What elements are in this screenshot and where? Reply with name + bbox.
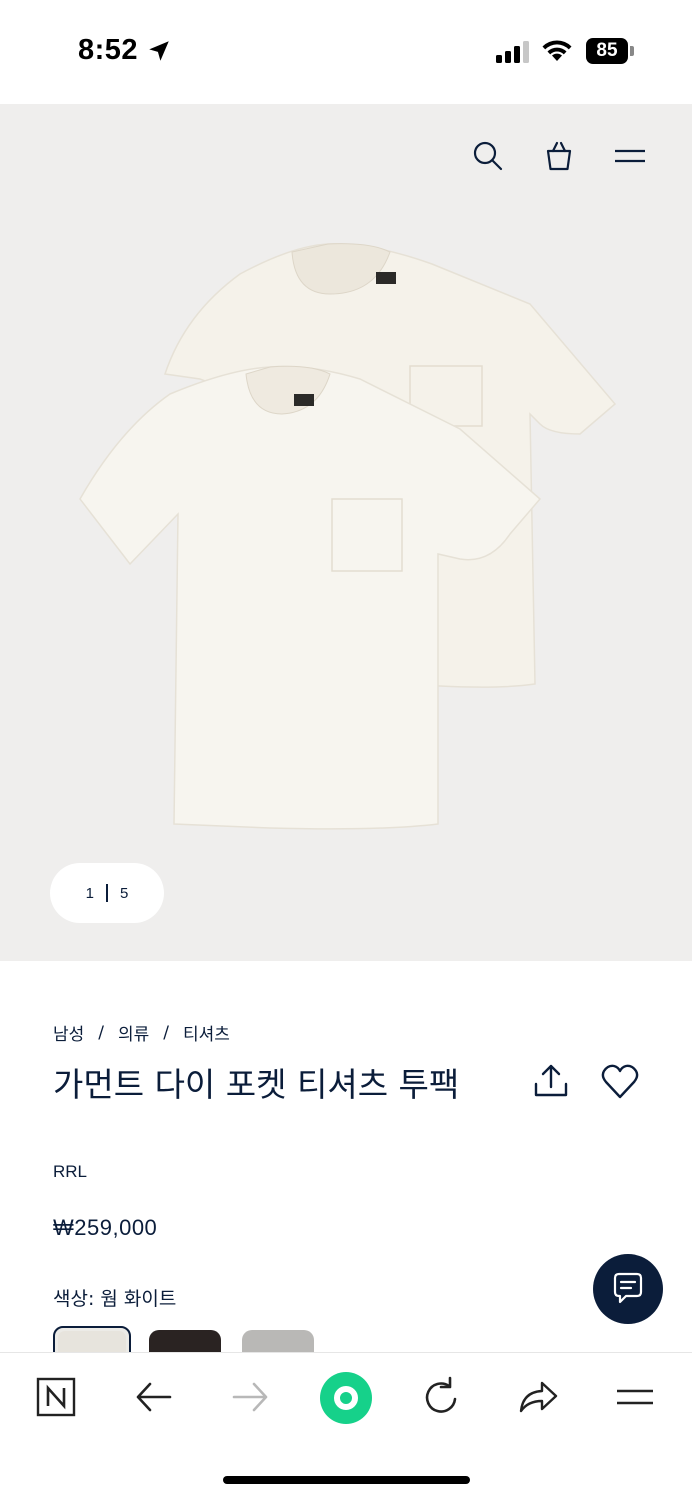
image-counter-separator: [106, 884, 108, 902]
wifi-icon: [542, 40, 572, 61]
home-indicator: [223, 1476, 470, 1484]
wishlist-heart-icon[interactable]: [600, 1062, 640, 1102]
naver-n-icon[interactable]: [34, 1375, 78, 1419]
browser-toolbar: [0, 1352, 692, 1500]
product-photo-tshirts: [79, 243, 617, 830]
breadcrumb-separator: /: [163, 1022, 170, 1043]
product-price: ₩259,000: [53, 1215, 158, 1240]
product-title: 가먼트 다이 포켓 티셔츠 투팩: [53, 1065, 460, 1104]
breadcrumb-item-clothing[interactable]: 의류: [118, 1020, 149, 1045]
chat-button[interactable]: [593, 1254, 663, 1324]
image-counter-total: 5: [120, 884, 129, 902]
image-counter: 1 5: [50, 863, 164, 923]
product-brand: RRL: [53, 1162, 88, 1181]
toolbar-menu-icon[interactable]: [613, 1375, 657, 1419]
back-arrow-icon[interactable]: [132, 1375, 176, 1419]
battery-tip: [630, 46, 634, 56]
cellular-signal-icon: [496, 41, 529, 63]
image-counter-current: 1: [85, 884, 94, 902]
product-image-carousel[interactable]: 1 5: [0, 104, 692, 961]
status-bar: 8:52 85: [0, 0, 692, 104]
location-arrow-icon: [149, 41, 169, 61]
share-icon[interactable]: [532, 1062, 570, 1100]
battery-indicator: 85: [586, 38, 634, 64]
color-label: 색상: 웜 화이트: [53, 1288, 177, 1310]
shopping-bag-icon[interactable]: [541, 138, 577, 174]
reload-icon[interactable]: [419, 1375, 463, 1419]
breadcrumb-separator: /: [98, 1022, 105, 1043]
share-arrow-icon[interactable]: [516, 1375, 560, 1419]
green-dot-icon[interactable]: [319, 1371, 373, 1425]
breadcrumb: 남성 / 의류 / 티셔츠: [53, 1020, 230, 1046]
breadcrumb-item-men[interactable]: 남성: [53, 1020, 84, 1045]
status-time: 8:52: [78, 34, 139, 66]
menu-icon[interactable]: [612, 138, 648, 174]
search-icon[interactable]: [470, 138, 506, 174]
breadcrumb-item-tshirts[interactable]: 티셔츠: [183, 1020, 230, 1045]
forward-arrow-icon[interactable]: [228, 1375, 272, 1419]
battery-level: 85: [586, 38, 628, 64]
chat-bubble-icon: [613, 1272, 643, 1304]
